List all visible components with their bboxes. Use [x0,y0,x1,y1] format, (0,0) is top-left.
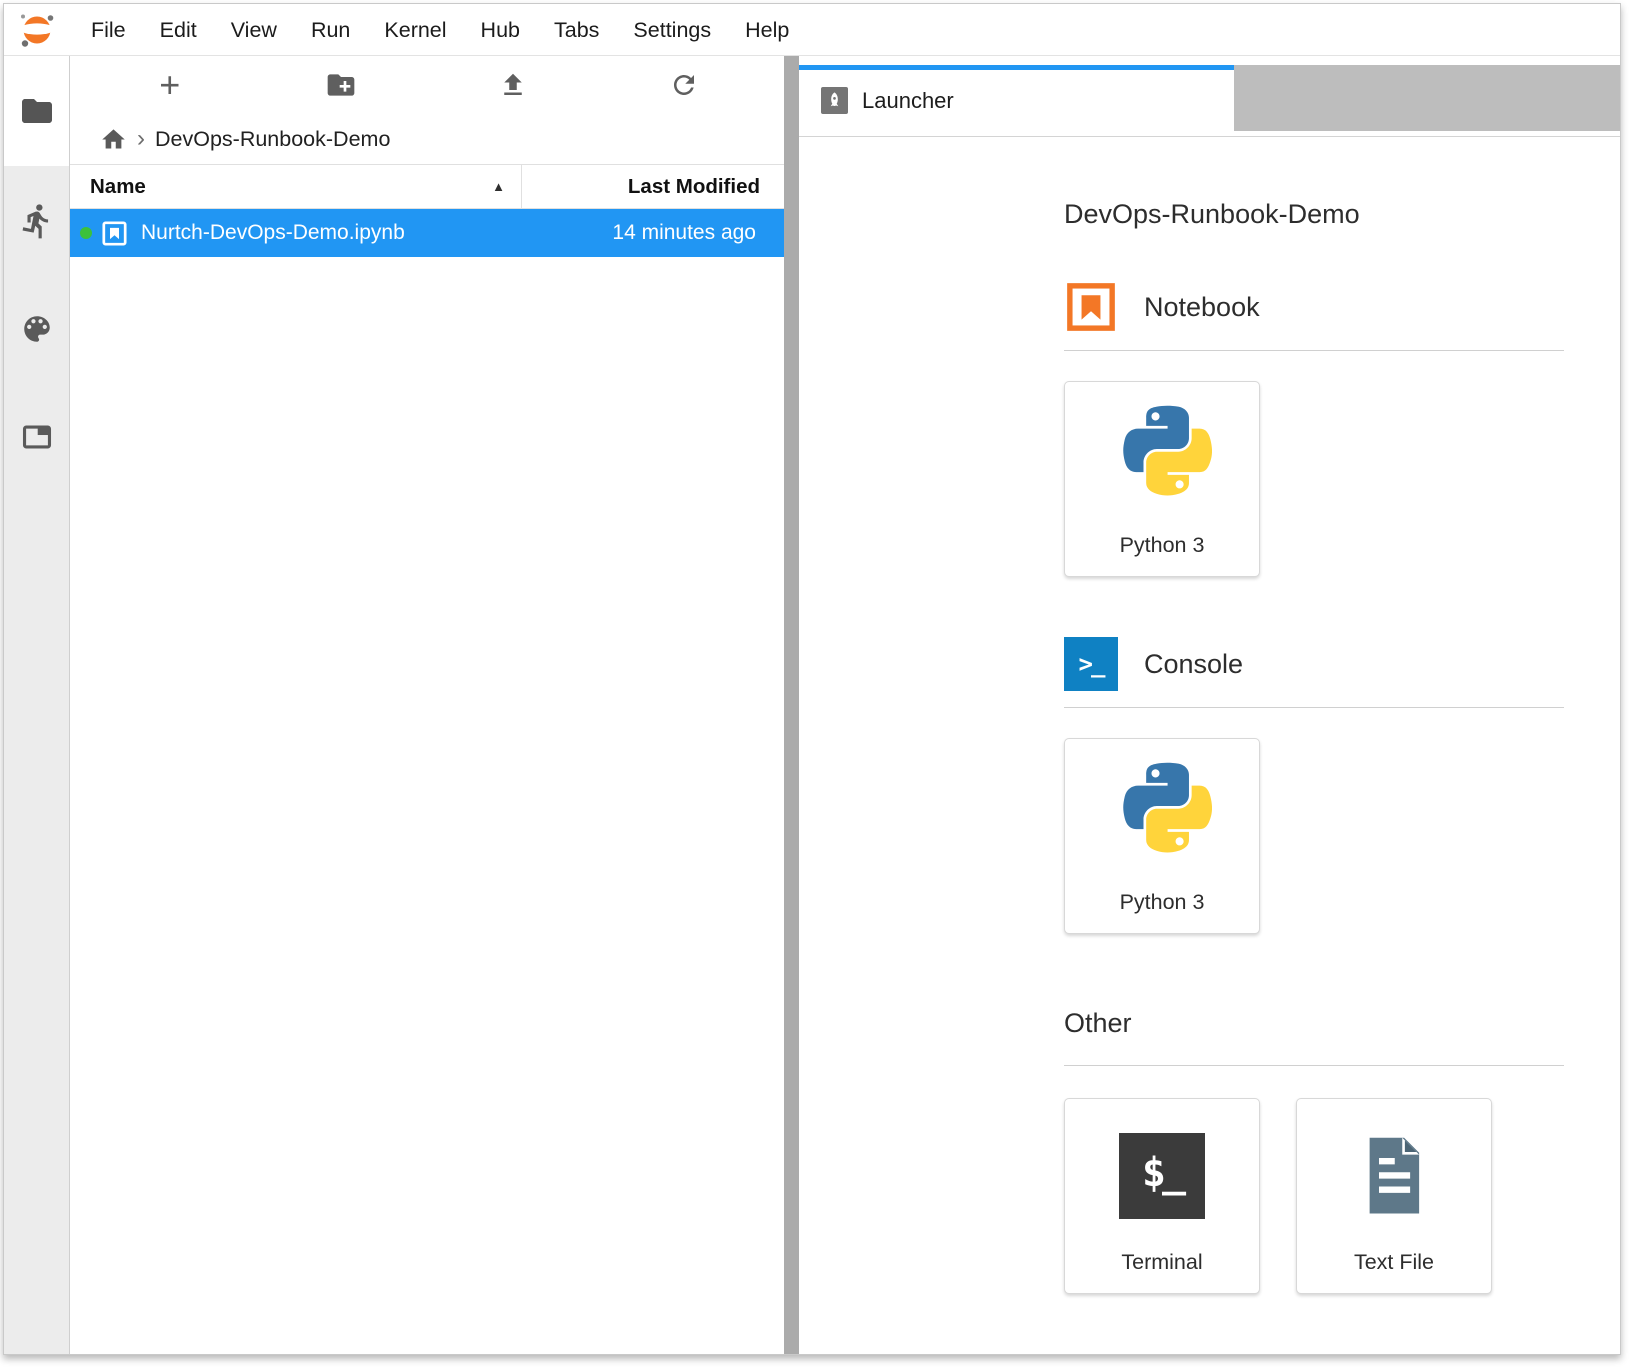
column-header-last-modified[interactable]: Last Modified [522,175,784,199]
launcher-card-console-python3[interactable]: Python 3 [1064,738,1260,934]
notebook-icon [1064,280,1118,334]
section-notebook-label: Notebook [1144,292,1260,323]
refresh-icon [669,70,699,100]
notebook-file-icon [101,220,128,247]
sidebar-tab-running-sessions[interactable] [4,202,69,240]
menu-file[interactable]: File [74,4,143,56]
launcher-current-directory: DevOps-Runbook-Demo [1064,199,1564,230]
launcher-card-terminal[interactable]: $_ Terminal [1064,1098,1260,1294]
refresh-button[interactable] [662,63,706,107]
section-divider [1064,1065,1564,1066]
section-notebook: Notebook [1064,280,1564,334]
launcher-card-notebook-python3[interactable]: Python 3 [1064,381,1260,577]
file-browser-panel: + [70,56,784,1354]
section-console-label: Console [1144,649,1243,680]
jupyterlab-window: File Edit View Run Kernel Hub Tabs Setti… [3,3,1621,1355]
column-header-name[interactable]: Name ▲ [70,165,522,208]
breadcrumb-separator: › [137,125,145,153]
dock-tab-bar: Launcher [799,65,1620,131]
text-file-icon [1349,1131,1439,1221]
file-row-selected[interactable]: Nurtch-DevOps-Demo.ipynb 14 minutes ago [70,209,784,257]
menu-help[interactable]: Help [728,4,806,56]
file-list-header: Name ▲ Last Modified [70,164,784,209]
folder-icon [19,93,55,129]
menu-kernel[interactable]: Kernel [367,4,463,56]
menu-edit[interactable]: Edit [143,4,214,56]
section-other-label: Other [1064,1008,1564,1039]
menu-view[interactable]: View [214,4,294,56]
sidebar-tab-commands[interactable] [4,310,69,348]
plus-icon: + [159,67,180,103]
tab-launcher[interactable]: Launcher [799,65,1234,131]
section-console: >_ Console [1064,637,1564,691]
file-browser-toolbar: + [70,56,784,114]
menu-run[interactable]: Run [294,4,367,56]
card-label-python3: Python 3 [1120,890,1205,915]
breadcrumb-current-folder: DevOps-Runbook-Demo [155,127,390,152]
running-man-icon [18,202,56,240]
sidebar-tab-open-tabs[interactable] [4,418,69,456]
tab-launcher-label: Launcher [862,88,954,114]
section-divider [1064,350,1564,351]
tab-bar-empty-area [1234,65,1620,131]
home-icon[interactable] [100,126,127,153]
terminal-icon: $_ [1119,1133,1205,1219]
console-icon: >_ [1064,637,1118,691]
menu-items: File Edit View Run Kernel Hub Tabs Setti… [74,4,806,56]
menu-tabs[interactable]: Tabs [537,4,616,56]
python-icon [1112,761,1212,859]
left-sidebar [4,56,70,1354]
menu-bar: File Edit View Run Kernel Hub Tabs Setti… [4,4,1620,56]
sort-ascending-icon: ▲ [492,179,505,194]
card-label-python3: Python 3 [1120,533,1205,558]
jupyter-logo [16,10,58,50]
card-label-text-file: Text File [1354,1250,1434,1275]
new-folder-button[interactable] [319,63,363,107]
sidebar-tab-file-browser[interactable] [4,56,69,166]
upload-icon [498,70,528,100]
menu-hub[interactable]: Hub [464,4,537,56]
python-icon [1112,404,1212,502]
launcher-rocket-icon [821,87,848,114]
card-label-terminal: Terminal [1121,1250,1202,1275]
section-divider [1064,707,1564,708]
kernel-running-dot [80,227,92,239]
file-last-modified: 14 minutes ago [612,221,784,245]
palette-icon [20,312,54,346]
launcher-card-text-file[interactable]: Text File [1296,1098,1492,1294]
tabs-icon [20,420,54,454]
menu-settings[interactable]: Settings [616,4,728,56]
new-folder-icon [325,69,357,101]
panel-splitter[interactable] [784,56,799,1354]
new-launcher-button[interactable]: + [148,63,192,107]
launcher-panel: Launcher DevOps-Runbook-Demo [799,56,1620,1354]
breadcrumb: › DevOps-Runbook-Demo [70,114,784,164]
upload-button[interactable] [491,63,535,107]
file-name: Nurtch-DevOps-Demo.ipynb [141,221,405,245]
